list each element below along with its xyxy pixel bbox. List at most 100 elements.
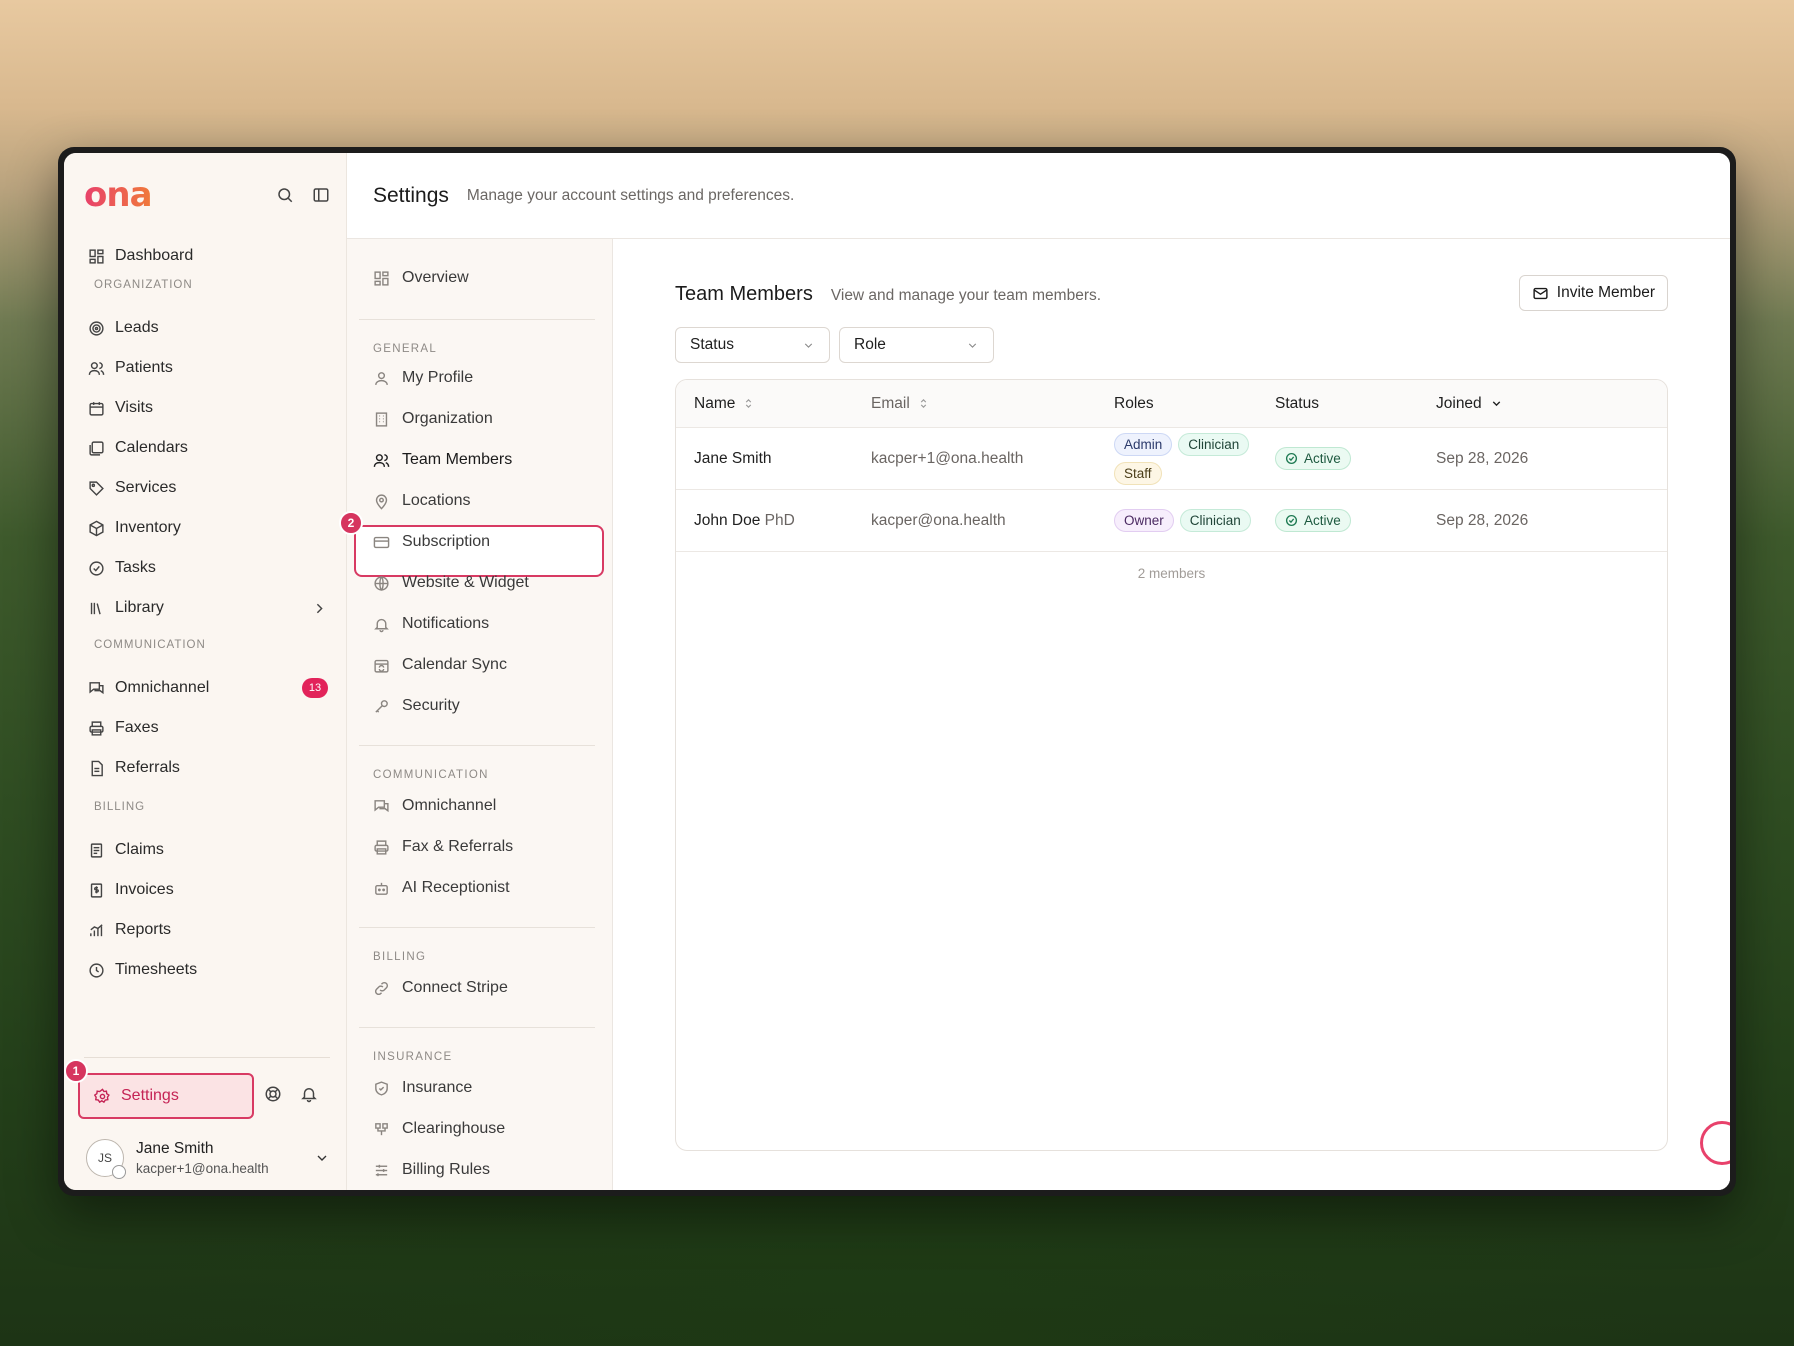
sidebar-item-claims[interactable]: Claims xyxy=(88,833,328,867)
column-label: Roles xyxy=(1114,394,1154,412)
settings-item-team-members[interactable]: Team Members xyxy=(373,441,593,479)
settings-divider xyxy=(359,1027,595,1028)
section-header: Team Members View and manage your team m… xyxy=(675,283,1101,306)
settings-nav: Overview GENERAL 2 My Profile Organizati… xyxy=(339,239,613,1190)
settings-item-label: Calendar Sync xyxy=(402,656,507,673)
sidebar-toggle-icon[interactable] xyxy=(312,186,330,204)
settings-item-locations[interactable]: Locations xyxy=(373,482,593,520)
settings-item-clearinghouse[interactable]: Clearinghouse xyxy=(373,1110,593,1148)
column-name[interactable]: Name xyxy=(676,395,871,413)
sidebar-item-invoices[interactable]: Invoices xyxy=(88,873,328,907)
check-circle-icon xyxy=(89,560,104,576)
invite-member-button[interactable]: Invite Member xyxy=(1518,275,1668,311)
sidebar-item-timesheets[interactable]: Timesheets xyxy=(88,953,328,987)
sidebar-item-inventory[interactable]: Inventory xyxy=(88,511,328,545)
sliders-icon xyxy=(375,1164,388,1176)
settings-divider xyxy=(359,319,595,320)
library-icon xyxy=(90,602,101,614)
sidebar-item-label: Claims xyxy=(115,841,164,858)
logo-row: ona xyxy=(84,175,330,215)
role-chip: Clinician xyxy=(1179,509,1251,532)
member-name: John Doe PhD xyxy=(676,512,871,530)
sidebar-item-referrals[interactable]: Referrals xyxy=(88,751,328,785)
sidebar-item-label: Invoices xyxy=(115,881,174,898)
printer-icon xyxy=(89,720,104,736)
member-joined: Sep 28, 2026 xyxy=(1436,511,1529,529)
sidebar-item-faxes[interactable]: Faxes xyxy=(88,711,328,745)
box-icon xyxy=(89,520,104,536)
bot-icon xyxy=(375,882,388,895)
credit-card-icon xyxy=(373,536,390,548)
column-roles: Roles xyxy=(1114,395,1275,413)
building-icon xyxy=(375,411,388,427)
brand-logo[interactable]: ona xyxy=(84,175,153,215)
clock-icon xyxy=(89,962,104,978)
user-menu[interactable]: JS Jane Smith kacper+1@ona.health xyxy=(86,1133,330,1183)
bell-icon[interactable] xyxy=(300,1085,318,1103)
settings-item-website-widget[interactable]: Website & Widget xyxy=(373,564,593,602)
settings-item-notifications[interactable]: Notifications xyxy=(373,605,593,643)
calendars-icon xyxy=(89,440,104,456)
settings-item-billing-rules[interactable]: Billing Rules xyxy=(373,1151,593,1189)
help-icon[interactable] xyxy=(264,1085,282,1103)
settings-item-calendar-sync[interactable]: Calendar Sync xyxy=(373,646,593,684)
sidebar-item-tasks[interactable]: Tasks xyxy=(88,551,328,585)
settings-item-my-profile[interactable]: My Profile xyxy=(373,359,593,397)
step-marker-1: 1 xyxy=(64,1059,88,1083)
sidebar-item-patients[interactable]: Patients xyxy=(88,351,328,385)
settings-item-subscription[interactable]: Subscription xyxy=(373,523,593,561)
settings-item-omnichannel[interactable]: Omnichannel xyxy=(373,787,593,825)
settings-item-fax-referrals[interactable]: Fax & Referrals xyxy=(373,828,593,866)
dashboard-icon xyxy=(374,270,389,286)
sidebar-bottom-icons xyxy=(264,1085,318,1103)
search-icon[interactable] xyxy=(276,186,294,204)
settings-item-overview[interactable]: Overview xyxy=(373,259,593,297)
sidebar-item-visits[interactable]: Visits xyxy=(88,391,328,425)
sidebar-item-leads[interactable]: Leads xyxy=(88,311,328,345)
section-subtitle: View and manage your team members. xyxy=(830,287,1102,304)
role-chip: Staff xyxy=(1114,461,1162,485)
sidebar-divider xyxy=(84,1057,330,1058)
settings-item-label: Overview xyxy=(402,269,469,286)
sidebar-item-omnichannel[interactable]: Omnichannel 13 xyxy=(88,671,328,705)
presence-icon xyxy=(112,1165,126,1179)
settings-item-label: Website & Widget xyxy=(402,574,529,591)
sidebar-item-label: Visits xyxy=(115,399,153,416)
status-text: Active xyxy=(1304,513,1341,528)
column-email[interactable]: Email xyxy=(871,395,1114,413)
settings-section-insurance: INSURANCE xyxy=(373,1051,453,1063)
page-title: Settings xyxy=(373,183,449,207)
table-row[interactable]: John Doe PhD kacper@ona.health Owner Cli… xyxy=(676,490,1667,552)
settings-item-security[interactable]: Security xyxy=(373,687,593,725)
settings-item-insurance[interactable]: Insurance xyxy=(373,1069,593,1107)
role-filter[interactable]: Role xyxy=(839,327,994,363)
chat-icon xyxy=(374,799,389,812)
sidebar-item-calendars[interactable]: Calendars xyxy=(88,431,328,465)
dashboard-icon xyxy=(89,248,104,264)
member-name: Jane Smith xyxy=(676,450,871,468)
step-marker-2: 2 xyxy=(339,511,363,535)
invite-member-label: Invite Member xyxy=(1556,284,1655,301)
sidebar-item-reports[interactable]: Reports xyxy=(88,913,328,947)
sidebar-item-dashboard[interactable]: Dashboard xyxy=(88,239,328,273)
member-name-suffix: PhD xyxy=(764,511,795,529)
column-joined[interactable]: Joined xyxy=(1436,395,1503,413)
settings-divider xyxy=(359,927,595,928)
shield-check-icon xyxy=(375,1080,388,1096)
settings-item-organization[interactable]: Organization xyxy=(373,400,593,438)
settings-item-ai-receptionist[interactable]: AI Receptionist xyxy=(373,869,593,907)
sidebar-item-settings[interactable]: Settings xyxy=(78,1073,254,1119)
bell-icon xyxy=(374,618,389,632)
sidebar-item-services[interactable]: Services xyxy=(88,471,328,505)
member-joined: Sep 28, 2026 xyxy=(1436,449,1529,467)
table-row[interactable]: Jane Smith kacper+1@ona.health Admin Cli… xyxy=(676,428,1667,490)
status-filter[interactable]: Status xyxy=(675,327,830,363)
sidebar-item-library[interactable]: Library xyxy=(88,591,328,625)
settings-item-label: Team Members xyxy=(402,451,513,468)
target-icon xyxy=(89,320,104,336)
section-communication: COMMUNICATION xyxy=(94,639,206,651)
check-circle-icon xyxy=(1285,452,1298,465)
settings-item-connect-stripe[interactable]: Connect Stripe xyxy=(373,969,593,1007)
settings-item-label: AI Receptionist xyxy=(402,879,510,896)
member-name-text: John Doe xyxy=(694,511,761,529)
